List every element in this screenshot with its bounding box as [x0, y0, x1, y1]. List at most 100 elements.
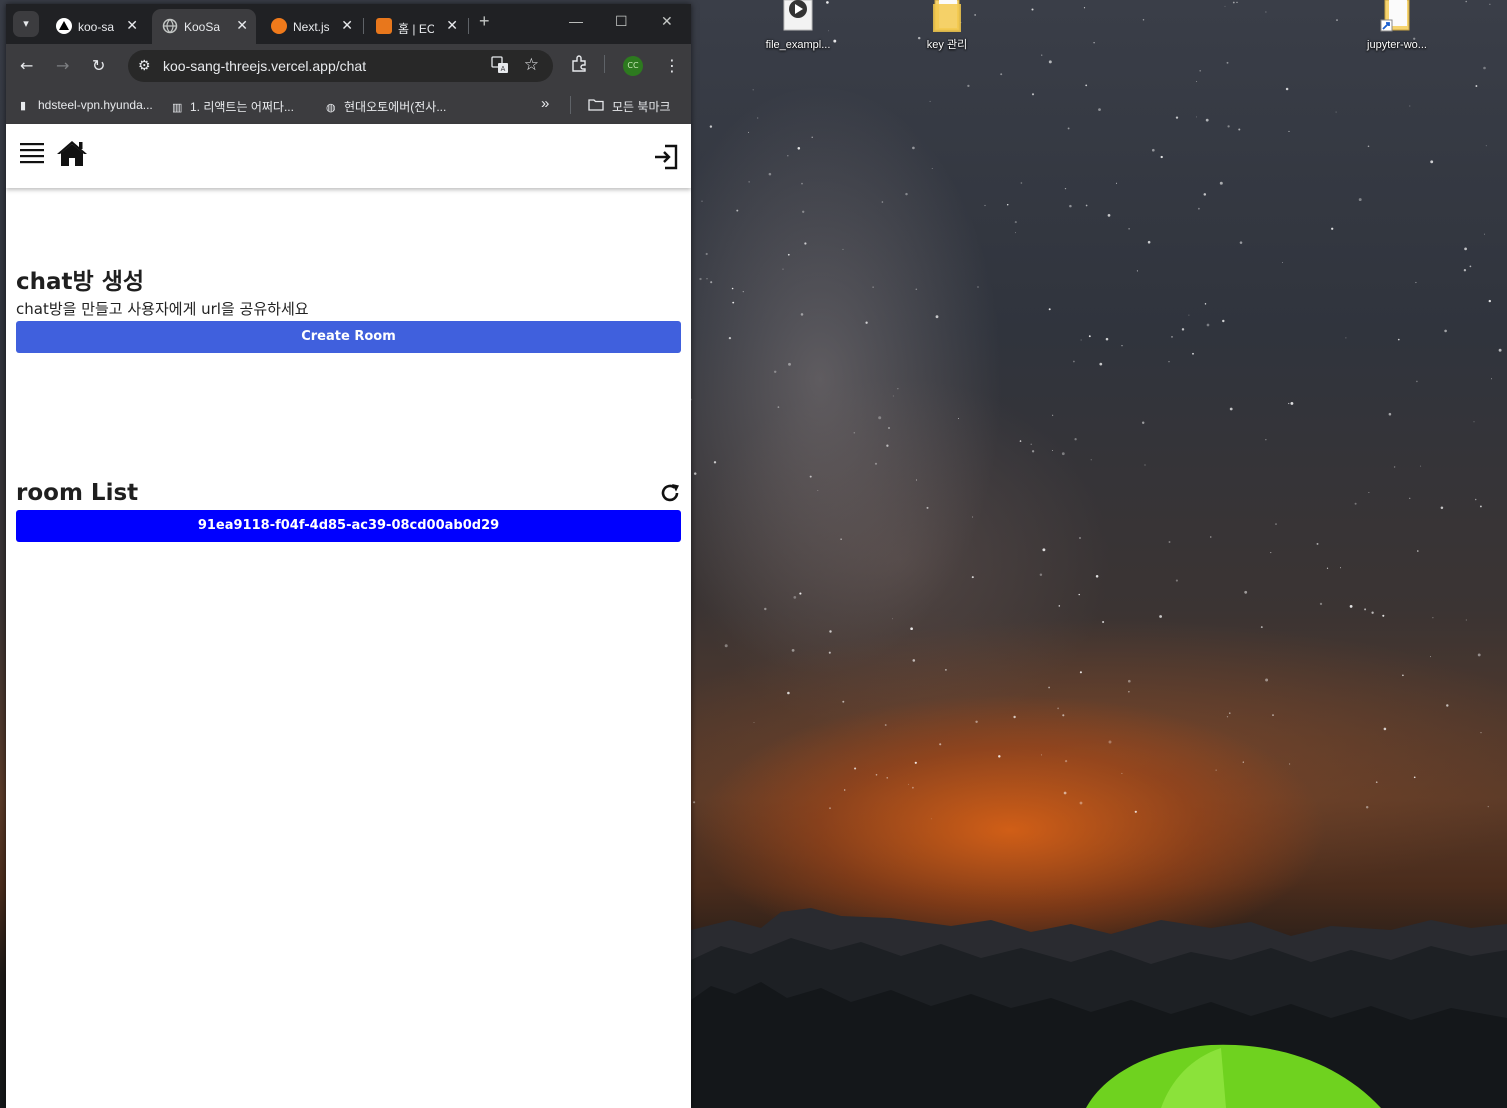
star: [1397, 338, 1400, 341]
tab-nextjs[interactable]: Next.js ✕: [261, 9, 361, 44]
star: [1136, 270, 1138, 272]
star: [1196, 116, 1197, 118]
bookmark-label: hdsteel-vpn.hyunda...: [38, 98, 153, 112]
bookmark-autoever[interactable]: ◍ 현대오토에버(전사...: [326, 98, 446, 115]
star: [1409, 105, 1411, 107]
star: [706, 278, 708, 280]
close-icon[interactable]: ✕: [236, 17, 248, 34]
refresh-icon[interactable]: [659, 482, 681, 504]
star: [1282, 261, 1283, 263]
create-room-section: chat방 생성 chat방을 만들고 사용자에게 url을 공유하세요 Cre…: [16, 262, 681, 353]
new-tab-button[interactable]: +: [479, 11, 490, 32]
create-room-button[interactable]: Create Room: [16, 321, 681, 353]
star: [1489, 3, 1491, 5]
star: [1335, 111, 1337, 113]
star: [804, 242, 807, 245]
star: [693, 801, 696, 804]
reload-icon[interactable]: ↻: [92, 56, 105, 75]
back-arrow-icon[interactable]: ←: [20, 56, 33, 75]
star: [1142, 19, 1145, 21]
close-icon[interactable]: ✕: [126, 17, 138, 34]
bookmarks-bar: ▮ hdsteel-vpn.hyunda... ▥ 1. 리액트는 어쩌다... ◍…: [6, 88, 691, 124]
star: [874, 462, 878, 465]
star: [1480, 731, 1482, 734]
star: [1270, 552, 1272, 554]
tab-strip: ▾ koo-sa ✕ KooSa ✕ Next.js ✕ 홈 | EC ✕ + …: [6, 4, 691, 44]
star: [1031, 450, 1035, 453]
bookmark-star-icon[interactable]: ☆: [524, 55, 539, 75]
star: [1062, 714, 1065, 717]
home-icon[interactable]: [56, 139, 88, 171]
bookmark-react[interactable]: ▥ 1. 리액트는 어쩌다...: [172, 98, 294, 115]
extensions-icon[interactable]: [570, 55, 588, 77]
desktop-icon-video[interactable]: file_exampl...: [753, 0, 843, 52]
star: [724, 644, 728, 648]
star: [797, 147, 801, 150]
translate-icon[interactable]: A: [491, 56, 509, 77]
star: [1083, 7, 1086, 9]
login-icon[interactable]: [653, 144, 679, 174]
close-icon[interactable]: ✕: [446, 17, 458, 34]
star: [1440, 506, 1444, 510]
star: [912, 659, 916, 662]
tab-koosa-active[interactable]: KooSa ✕: [152, 9, 256, 44]
hamburger-icon[interactable]: [20, 142, 44, 168]
star: [905, 192, 908, 196]
desktop-icon-label: key 관리: [926, 39, 968, 51]
star: [1316, 542, 1319, 545]
star: [1430, 656, 1431, 658]
bookmarks-overflow-button[interactable]: »: [541, 95, 549, 112]
star: [998, 755, 1001, 758]
star: [1188, 314, 1190, 316]
star: [1227, 125, 1230, 128]
star: [1168, 541, 1171, 543]
tab-search-button[interactable]: ▾: [13, 11, 39, 37]
kebab-menu-icon[interactable]: ⋮: [664, 56, 680, 75]
star: [1290, 401, 1294, 405]
star: [1491, 378, 1493, 380]
star: [1331, 227, 1334, 230]
create-room-title: chat방 생성: [16, 269, 145, 295]
room-list-item[interactable]: 91ea9118-f04f-4d85-ac39-08cd00ab0d29: [16, 510, 681, 542]
star: [1368, 492, 1370, 494]
star: [1048, 60, 1052, 64]
address-bar[interactable]: ⚙ koo-sang-threejs.vercel.app/chat A ☆: [128, 50, 553, 82]
all-bookmarks-button[interactable]: 모든 북마크: [588, 98, 671, 115]
star: [1289, 763, 1291, 765]
star: [910, 627, 913, 631]
profile-avatar[interactable]: CC: [623, 56, 643, 76]
window-close-icon[interactable]: ✕: [661, 13, 673, 30]
star: [897, 388, 899, 390]
desktop-icon-folder[interactable]: key 관리: [902, 0, 992, 52]
star: [1358, 198, 1362, 202]
star: [1171, 336, 1173, 338]
tab-koo-sa[interactable]: koo-sa ✕: [46, 9, 146, 44]
star: [1265, 439, 1267, 441]
globe-icon: ◍: [326, 102, 336, 114]
bookmark-hdsteel[interactable]: ▮ hdsteel-vpn.hyunda...: [20, 98, 153, 112]
star: [799, 592, 802, 595]
star: [1465, 0, 1467, 3]
star: [1371, 611, 1374, 614]
star: [1383, 727, 1387, 731]
star: [800, 313, 804, 316]
minimize-icon[interactable]: ―: [569, 13, 583, 29]
star: [1099, 362, 1103, 366]
star: [886, 777, 888, 779]
star: [1238, 128, 1241, 131]
forward-arrow-icon[interactable]: →: [56, 56, 69, 75]
tab-ec[interactable]: 홈 | EC ✕: [366, 9, 466, 44]
star: [1222, 319, 1225, 323]
star: [777, 406, 780, 408]
star: [748, 181, 750, 183]
star: [1080, 339, 1082, 341]
desktop-icon-shortcut[interactable]: jupyter-wo...: [1352, 0, 1442, 52]
star: [1488, 299, 1491, 303]
close-icon[interactable]: ✕: [341, 17, 353, 34]
star: [972, 516, 974, 518]
site-info-icon[interactable]: ⚙: [138, 57, 151, 74]
star: [701, 200, 703, 202]
maximize-icon[interactable]: ☐: [615, 13, 628, 30]
star: [844, 789, 846, 791]
star: [975, 720, 978, 724]
